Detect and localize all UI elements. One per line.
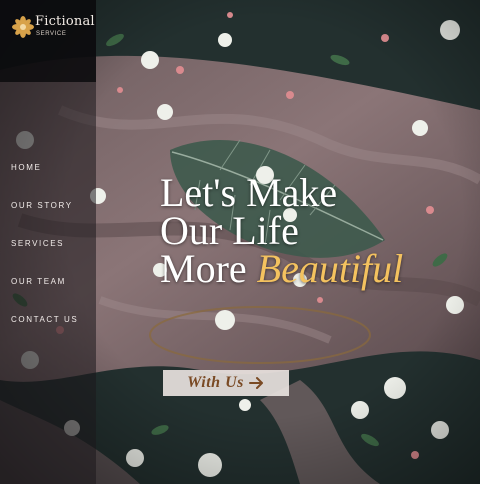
nav-item-services[interactable]: SERVICES: [11, 239, 64, 248]
cta-button[interactable]: With Us: [163, 370, 289, 396]
logo[interactable]: Fictional SERVICE: [0, 0, 96, 82]
cta-label: With Us: [187, 374, 244, 391]
nav-item-our-team[interactable]: OUR TEAM: [11, 277, 66, 286]
flower-logo-icon: [12, 16, 34, 38]
nav-item-our-story[interactable]: OUR STORY: [11, 201, 73, 210]
nav-item-contact-us[interactable]: CONTACT US: [11, 315, 78, 324]
headline-line-2: Our Life: [160, 208, 299, 253]
brand-tagline: SERVICE: [36, 31, 67, 37]
hero-headline: Let's Make Our Life More Beautiful: [160, 170, 403, 289]
headline-line-3: More Beautiful: [160, 249, 403, 289]
headline-line-1: Let's Make: [160, 170, 338, 215]
headline-accent-word: Beautiful: [256, 246, 404, 291]
landing-page: Fictional SERVICE HOME OUR STORY SERVICE…: [0, 0, 480, 484]
brand-name: Fictional: [35, 14, 95, 29]
nav-item-home[interactable]: HOME: [11, 163, 41, 172]
headline-line-3-plain: More: [160, 246, 247, 291]
arrow-right-icon: [248, 377, 263, 389]
sidebar-nav-panel: Fictional SERVICE HOME OUR STORY SERVICE…: [0, 0, 96, 484]
